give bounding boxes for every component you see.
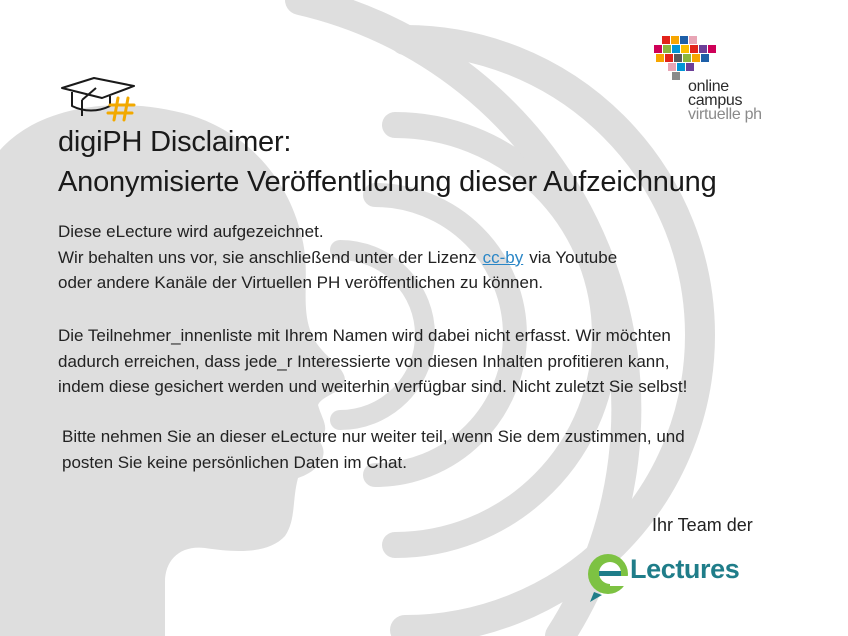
signoff-text: Ihr Team der [652,515,753,535]
title-line-1: digiPH Disclaimer: [58,126,292,158]
onlinecampus-wordmark: online campus virtuelle ph [688,79,762,123]
electures-e-mark-icon [588,554,630,602]
text-line: oder andere Kanäle der Virtuellen PH ver… [58,273,544,292]
text-line-license: Wir behalten uns vor, sie anschließend u… [58,245,617,271]
graduation-cap-hash-icon [61,77,136,122]
cc-by-link[interactable]: cc-by [483,248,524,267]
text-line: Die Teilnehmer_innenliste mit Ihrem Name… [58,326,671,345]
electures-logo: Lectures [586,540,776,604]
text-fragment: via Youtube [529,247,618,267]
onlinecampus-logo: online campus virtuelle ph [652,34,792,126]
text-fragment: Wir behalten uns vor, sie anschließend u… [58,247,477,267]
electures-wordmark: Lectures [630,554,740,584]
text-line: Diese eLecture wird aufgezeichnet. [58,222,324,241]
text-line: posten Sie keine persönlichen Daten im C… [62,452,407,472]
text-line: indem diese gesichert werden und weiterh… [58,377,688,396]
title-line-2: Anonymisierte Veröffentlichung dieser Au… [58,166,717,198]
paragraph-consent: Bitte nehmen Sie an dieser eLecture nur … [62,424,685,475]
text-line: Bitte nehmen Sie an dieser eLecture nur … [62,427,685,446]
paragraph-recording-notice: Diese eLecture wird aufgezeichnet. Wir b… [58,219,617,296]
mosaic-logo-icon [654,36,716,80]
paragraph-participant-list: Die Teilnehmer_innenliste mit Ihrem Name… [58,323,687,400]
logo-line-virtuelle-ph: virtuelle ph [688,106,762,123]
text-line: dadurch erreichen, dass jede_r Interessi… [58,351,670,371]
page-title: digiPH Disclaimer: Anonymisierte Veröffe… [58,122,717,202]
